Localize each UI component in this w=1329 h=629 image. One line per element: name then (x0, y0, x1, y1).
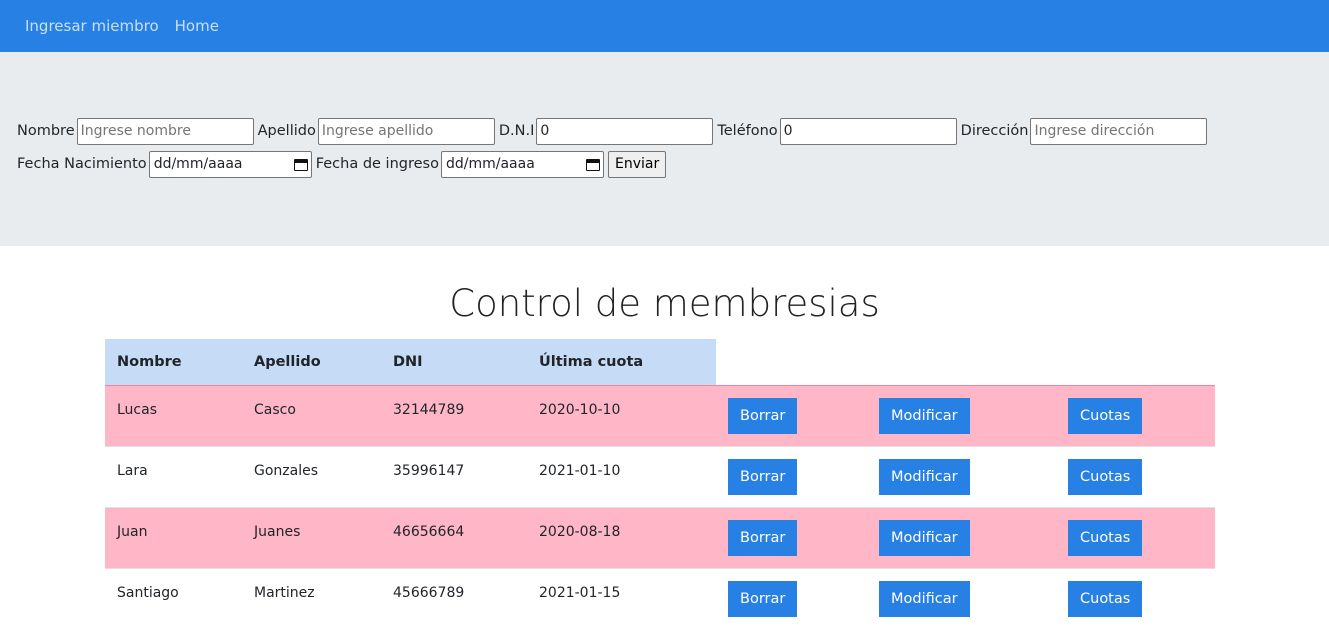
borrar-button[interactable]: Borrar (728, 458, 798, 495)
table-row: Juan Juanes 46656664 2020-08-18 Borrar Modifi… (105, 506, 1215, 568)
cell-ultima-cuota: 2021-01-10 (527, 445, 716, 507)
page-title: Control de membresias (449, 282, 880, 325)
nombre-input[interactable] (76, 117, 254, 145)
table-header-row: Nombre Apellido DNI Última cuota (105, 339, 1215, 385)
col-apellido: Apellido (242, 339, 381, 385)
cell-ultima-cuota: 2020-08-18 (527, 506, 716, 568)
borrar-button[interactable]: Borrar (728, 397, 798, 434)
cell-nombre: Lucas (105, 384, 242, 446)
nacimiento-date-value: dd/mm/aaaa (153, 156, 243, 172)
calendar-icon[interactable] (293, 157, 308, 171)
cell-dni: 45666789 (381, 567, 527, 629)
modificar-button[interactable]: Modificar (879, 458, 970, 495)
members-table-body: Lucas Casco 32144789 2020-10-10 Borrar Modifi… (105, 384, 1215, 629)
ingreso-label: Fecha de ingreso (315, 156, 439, 172)
dni-label: D.N.I (498, 123, 535, 139)
enviar-button[interactable]: Enviar (607, 150, 667, 178)
member-form: Nombre Apellido D.N.I Teléfono Dirección… (0, 52, 1329, 246)
members-table: Nombre Apellido DNI Última cuota Lucas Ca… (105, 339, 1215, 629)
col-nombre: Nombre (105, 339, 242, 385)
cell-ultima-cuota: 2020-10-10 (527, 384, 716, 446)
cell-dni: 46656664 (381, 506, 527, 568)
nacimiento-date-input[interactable]: dd/mm/aaaa (148, 150, 312, 178)
members-table-wrap: Nombre Apellido DNI Última cuota Lucas Ca… (105, 339, 1215, 629)
cuotas-button[interactable]: Cuotas (1068, 580, 1143, 617)
nav-home[interactable]: Home (167, 17, 227, 35)
ingreso-date-value: dd/mm/aaaa (445, 156, 535, 172)
modificar-button[interactable]: Modificar (879, 519, 970, 556)
direccion-input[interactable] (1030, 117, 1208, 145)
table-row: Lara Gonzales 35996147 2021-01-10 Borrar Modi… (105, 445, 1215, 507)
cell-apellido: Juanes (242, 506, 381, 568)
borrar-button[interactable]: Borrar (728, 580, 798, 617)
cuotas-button[interactable]: Cuotas (1068, 397, 1143, 434)
modificar-button[interactable]: Modificar (879, 397, 970, 434)
top-navbar: Ingresar miembro Home (0, 0, 1329, 52)
cuotas-button[interactable]: Cuotas (1068, 458, 1143, 495)
borrar-button[interactable]: Borrar (728, 519, 798, 556)
ingreso-date-input[interactable]: dd/mm/aaaa (440, 150, 604, 178)
col-ultima-cuota: Última cuota (527, 339, 716, 385)
calendar-icon[interactable] (585, 157, 600, 171)
cell-apellido: Martinez (242, 567, 381, 629)
cell-apellido: Gonzales (242, 445, 381, 507)
cell-dni: 35996147 (381, 445, 527, 507)
cell-nombre: Juan (105, 506, 242, 568)
cell-ultima-cuota: 2021-01-15 (527, 567, 716, 629)
apellido-input[interactable] (317, 117, 495, 145)
col-dni: DNI (381, 339, 527, 385)
telefono-label: Teléfono (717, 123, 778, 139)
dni-input[interactable] (536, 117, 714, 145)
nav-ingresar-miembro[interactable]: Ingresar miembro (17, 17, 167, 35)
nombre-label: Nombre (17, 123, 75, 139)
cuotas-button[interactable]: Cuotas (1068, 519, 1143, 556)
cell-nombre: Santiago (105, 567, 242, 629)
cell-dni: 32144789 (381, 384, 527, 446)
cell-nombre: Lara (105, 445, 242, 507)
nacimiento-label: Fecha Nacimiento (17, 156, 147, 172)
telefono-input[interactable] (779, 117, 957, 145)
apellido-label: Apellido (257, 123, 316, 139)
direccion-label: Dirección (960, 123, 1029, 139)
modificar-button[interactable]: Modificar (879, 580, 970, 617)
cell-apellido: Casco (242, 384, 381, 446)
table-row: Lucas Casco 32144789 2020-10-10 Borrar Modifi… (105, 384, 1215, 446)
table-row: Santiago Martinez 45666789 2021-01-15 Borrar… (105, 567, 1215, 629)
